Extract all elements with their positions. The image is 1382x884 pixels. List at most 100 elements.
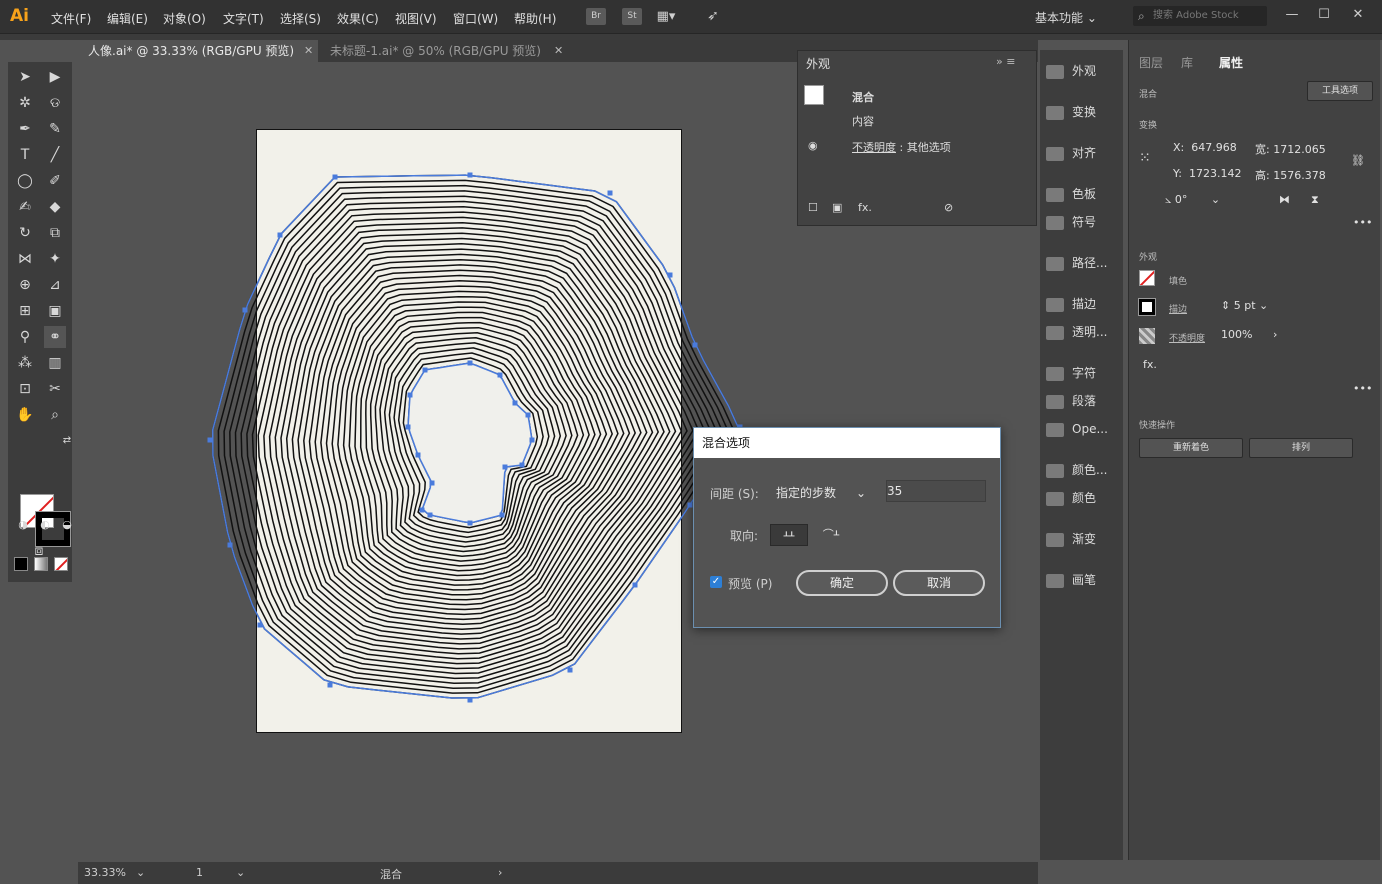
new-fill-icon[interactable]: ▣ <box>832 201 842 214</box>
dock-color-guide[interactable]: 颜色... <box>1046 458 1107 482</box>
anchor-point[interactable] <box>405 424 411 430</box>
anchor-point[interactable] <box>499 512 505 518</box>
shaper-tool-icon[interactable]: ✍ <box>14 196 36 218</box>
anchor-point[interactable] <box>242 307 248 313</box>
hand-tool-icon[interactable]: ✋ <box>14 404 36 426</box>
anchor-point[interactable] <box>327 682 333 688</box>
artboard-tool-icon[interactable]: ⊡ <box>14 378 36 400</box>
width-field[interactable]: 宽: 1712.065 <box>1255 141 1326 157</box>
height-field[interactable]: 高: 1576.378 <box>1255 167 1326 183</box>
new-stroke-icon[interactable]: ☐ <box>808 201 818 214</box>
anchor-point[interactable] <box>467 360 473 366</box>
menu-file[interactable]: 文件(F) <box>51 10 91 27</box>
anchor-point[interactable] <box>277 232 283 238</box>
anchor-point[interactable] <box>429 480 435 486</box>
zoom-level[interactable]: 33.33% <box>84 866 126 879</box>
puppet-warp-icon[interactable]: ✦ <box>44 248 66 270</box>
scale-tool-icon[interactable]: ⧉ <box>44 222 66 244</box>
flip-vertical-icon[interactable]: ⧗ <box>1311 193 1319 207</box>
tool-options-button[interactable]: 工具选项 <box>1307 81 1373 101</box>
arrange-button[interactable]: 排列 <box>1249 438 1353 458</box>
stroke-weight-field[interactable]: ⇕ 5 pt ⌄ <box>1221 299 1268 312</box>
align-to-path-icon[interactable]: ⌒ᚆ <box>812 524 850 546</box>
recolor-button[interactable]: 重新着色 <box>1139 438 1243 458</box>
anchor-point[interactable] <box>519 462 525 468</box>
fill-none-swatch[interactable] <box>1139 270 1155 286</box>
dock-transparency[interactable]: 透明... <box>1046 320 1107 344</box>
anchor-point[interactable] <box>667 272 673 278</box>
chevron-right-icon[interactable]: › <box>498 866 502 879</box>
dock-align[interactable]: 对齐 <box>1046 141 1096 165</box>
screen-mode-icon[interactable]: ⧈ <box>28 540 50 562</box>
steps-input[interactable]: 35 <box>886 480 986 502</box>
menu-object[interactable]: 对象(O) <box>163 10 206 27</box>
dock-pathfinder[interactable]: 路径... <box>1046 251 1107 275</box>
color-mode-icon[interactable] <box>14 557 28 571</box>
anchor-point[interactable] <box>415 452 421 458</box>
minimize-icon[interactable]: — <box>1280 6 1304 24</box>
align-to-page-icon[interactable]: ᚆᚆ <box>770 524 808 546</box>
more-options-icon[interactable]: ••• <box>1353 216 1372 229</box>
dock-gradient[interactable]: 渐变 <box>1046 527 1096 551</box>
x-field[interactable]: X: 647.968 <box>1173 141 1237 154</box>
anchor-point[interactable] <box>207 437 213 443</box>
draw-inside-icon[interactable]: ◒ <box>56 514 78 536</box>
anchor-point[interactable] <box>512 400 518 406</box>
menu-window[interactable]: 窗口(W) <box>453 10 498 27</box>
blend-tool-icon[interactable]: ⚭ <box>44 326 66 348</box>
anchor-point[interactable] <box>467 172 473 178</box>
anchor-point[interactable] <box>467 520 473 526</box>
menu-type[interactable]: 文字(T) <box>223 10 264 27</box>
mesh-tool-icon[interactable]: ⊞ <box>14 300 36 322</box>
slice-tool-icon[interactable]: ✂ <box>44 378 66 400</box>
stroke-color-swatch[interactable] <box>1138 298 1156 316</box>
pen-tool-icon[interactable]: ✒ <box>14 118 36 140</box>
menu-edit[interactable]: 编辑(E) <box>107 10 148 27</box>
clear-appearance-icon[interactable]: ⊘ <box>944 201 953 214</box>
stroke-label[interactable]: 描边 <box>1169 302 1187 315</box>
eraser-icon[interactable]: ◆ <box>44 196 66 218</box>
tab-portrait[interactable]: 人像.ai* @ 33.33% (RGB/GPU 预览) ✕ <box>78 40 318 62</box>
close-icon[interactable]: ✕ <box>304 40 313 62</box>
eye-icon[interactable]: ◉ <box>808 139 818 152</box>
tab-properties[interactable]: 属性 <box>1219 54 1243 71</box>
stock-search-input[interactable]: ⌕ 搜索 Adobe Stock <box>1133 6 1267 26</box>
panel-menu-icon[interactable]: » ≡ <box>996 55 1015 68</box>
chevron-down-icon[interactable]: ⌄ <box>136 866 145 879</box>
anchor-point[interactable] <box>467 697 473 703</box>
anchor-point[interactable] <box>687 502 693 508</box>
draw-behind-icon[interactable]: ◐ <box>34 514 56 536</box>
dock-character[interactable]: 字符 <box>1046 361 1096 385</box>
bridge-icon[interactable]: Br <box>586 8 606 25</box>
link-icon[interactable]: ⛓ <box>1351 154 1365 167</box>
anchor-point[interactable] <box>227 542 233 548</box>
anchor-point[interactable] <box>567 667 573 673</box>
flip-horizontal-icon[interactable]: ⧓ <box>1279 193 1290 206</box>
angle-field[interactable]: ⦣ 0° ⌄ <box>1165 193 1220 207</box>
rotate-tool-icon[interactable]: ↻ <box>14 222 36 244</box>
grid-icon[interactable]: ▦▾ <box>656 8 676 25</box>
eyedropper-icon[interactable]: ⚲ <box>14 326 36 348</box>
rocket-icon[interactable]: ➶ <box>703 8 723 25</box>
anchor-point[interactable] <box>332 174 338 180</box>
swap-colors-icon[interactable]: ⇄ <box>56 430 78 452</box>
tab-untitled[interactable]: 未标题-1.ai* @ 50% (RGB/GPU 预览) ✕ <box>320 40 570 62</box>
zoom-tool-icon[interactable]: ⌕ <box>44 404 66 426</box>
preview-checkbox[interactable]: ✓ <box>710 576 722 588</box>
anchor-point[interactable] <box>607 190 613 196</box>
y-field[interactable]: Y: 1723.142 <box>1173 167 1241 180</box>
dock-brushes[interactable]: 画笔 <box>1046 568 1096 592</box>
line-tool-icon[interactable]: ╱ <box>44 144 66 166</box>
maximize-icon[interactable]: ☐ <box>1312 6 1336 24</box>
more-options-icon[interactable]: ••• <box>1353 382 1372 395</box>
stock-icon[interactable]: St <box>622 8 642 25</box>
tab-libraries[interactable]: 库 <box>1181 54 1193 71</box>
paintbrush-icon[interactable]: ✐ <box>44 170 66 192</box>
fx-icon[interactable]: fx. <box>1143 358 1157 371</box>
anchor-point[interactable] <box>525 412 531 418</box>
selection-tool-icon[interactable]: ➤ <box>14 66 36 88</box>
menu-help[interactable]: 帮助(H) <box>514 10 556 27</box>
dock-transform[interactable]: 变换 <box>1046 100 1096 124</box>
menu-effect[interactable]: 效果(C) <box>337 10 379 27</box>
opacity-label[interactable]: 不透明度 <box>1169 331 1205 344</box>
